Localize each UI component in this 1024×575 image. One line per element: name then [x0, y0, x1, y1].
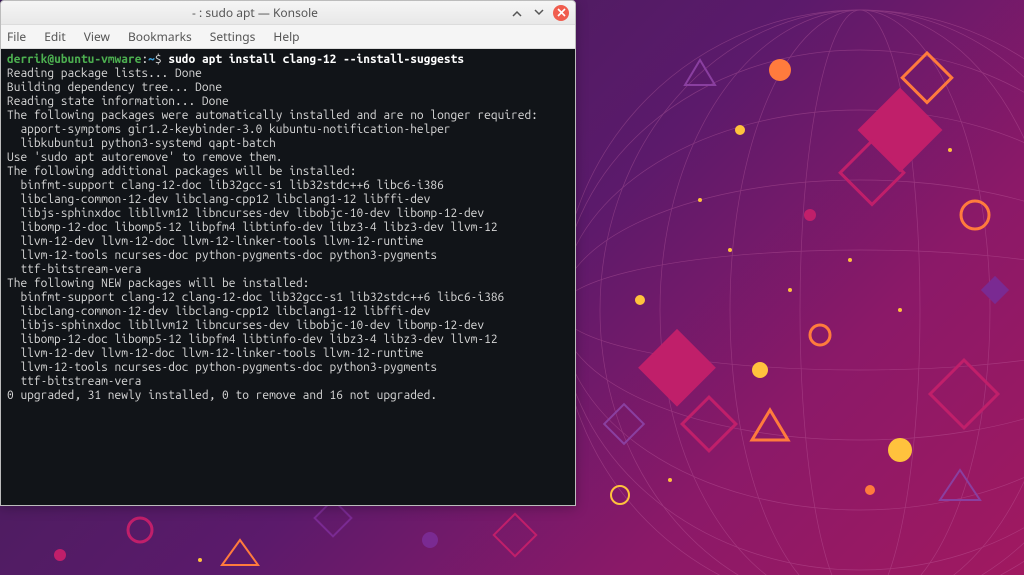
output-line: ttf-bitstream-vera — [7, 263, 569, 277]
menubar: File Edit View Bookmarks Settings Help — [1, 25, 575, 49]
output-line: Reading state information... Done — [7, 95, 229, 108]
minimize-button[interactable] — [509, 5, 525, 21]
output-line: libomp-12-doc libomp5-12 libpfm4 libtinf… — [7, 333, 569, 347]
menu-settings[interactable]: Settings — [210, 28, 256, 45]
output-line: libkubuntu1 python3-systemd qapt-batch — [7, 137, 569, 151]
output-line: 0 upgraded, 31 newly installed, 0 to rem… — [7, 389, 437, 402]
menu-view[interactable]: View — [84, 28, 110, 45]
output-line: apport-symptoms gir1.2-keybinder-3.0 kub… — [7, 123, 569, 137]
output-line: binfmt-support clang-12 clang-12-doc lib… — [7, 291, 569, 305]
output-line: libjs-sphinxdoc libllvm12 libncurses-dev… — [7, 207, 569, 221]
output-line: Use 'sudo apt autoremove' to remove them… — [7, 151, 283, 164]
output-line: libclang-common-12-dev libclang-cpp12 li… — [7, 305, 569, 319]
prompt-host: ubuntu-vmware — [54, 53, 141, 66]
menu-bookmarks[interactable]: Bookmarks — [128, 28, 192, 45]
menu-file[interactable]: File — [7, 28, 26, 45]
prompt-path: ~ — [148, 53, 155, 66]
output-line: Building dependency tree... Done — [7, 81, 222, 94]
maximize-button[interactable] — [531, 5, 547, 21]
output-line: libjs-sphinxdoc libllvm12 libncurses-dev… — [7, 319, 569, 333]
output-line: llvm-12-dev llvm-12-doc llvm-12-linker-t… — [7, 235, 569, 249]
prompt-dollar: $ — [155, 53, 168, 66]
output-line: Reading package lists... Done — [7, 67, 202, 80]
terminal-view[interactable]: derrik@ubuntu-vmware:~$ sudo apt install… — [1, 49, 575, 505]
prompt-user: derrik — [7, 53, 47, 66]
output-line: ttf-bitstream-vera — [7, 375, 569, 389]
close-button[interactable] — [553, 5, 569, 21]
output-line: llvm-12-dev llvm-12-doc llvm-12-linker-t… — [7, 347, 569, 361]
konsole-window: - : sudo apt — Konsole File Edit View Bo… — [0, 0, 576, 506]
menu-help[interactable]: Help — [273, 28, 299, 45]
output-line: llvm-12-tools ncurses-doc python-pygment… — [7, 361, 569, 375]
output-line: The following packages were automaticall… — [7, 109, 538, 122]
output-line: libomp-12-doc libomp5-12 libpfm4 libtinf… — [7, 221, 569, 235]
window-titlebar[interactable]: - : sudo apt — Konsole — [1, 1, 575, 25]
output-line: libclang-common-12-dev libclang-cpp12 li… — [7, 193, 569, 207]
output-line: The following NEW packages will be insta… — [7, 277, 309, 290]
window-title: - : sudo apt — Konsole — [7, 4, 503, 21]
command-text: sudo apt install clang-12 --install-sugg… — [168, 53, 464, 66]
output-line: The following additional packages will b… — [7, 165, 356, 178]
menu-edit[interactable]: Edit — [44, 28, 65, 45]
output-line: binfmt-support clang-12-doc lib32gcc-s1 … — [7, 179, 569, 193]
output-line: llvm-12-tools ncurses-doc python-pygment… — [7, 249, 569, 263]
